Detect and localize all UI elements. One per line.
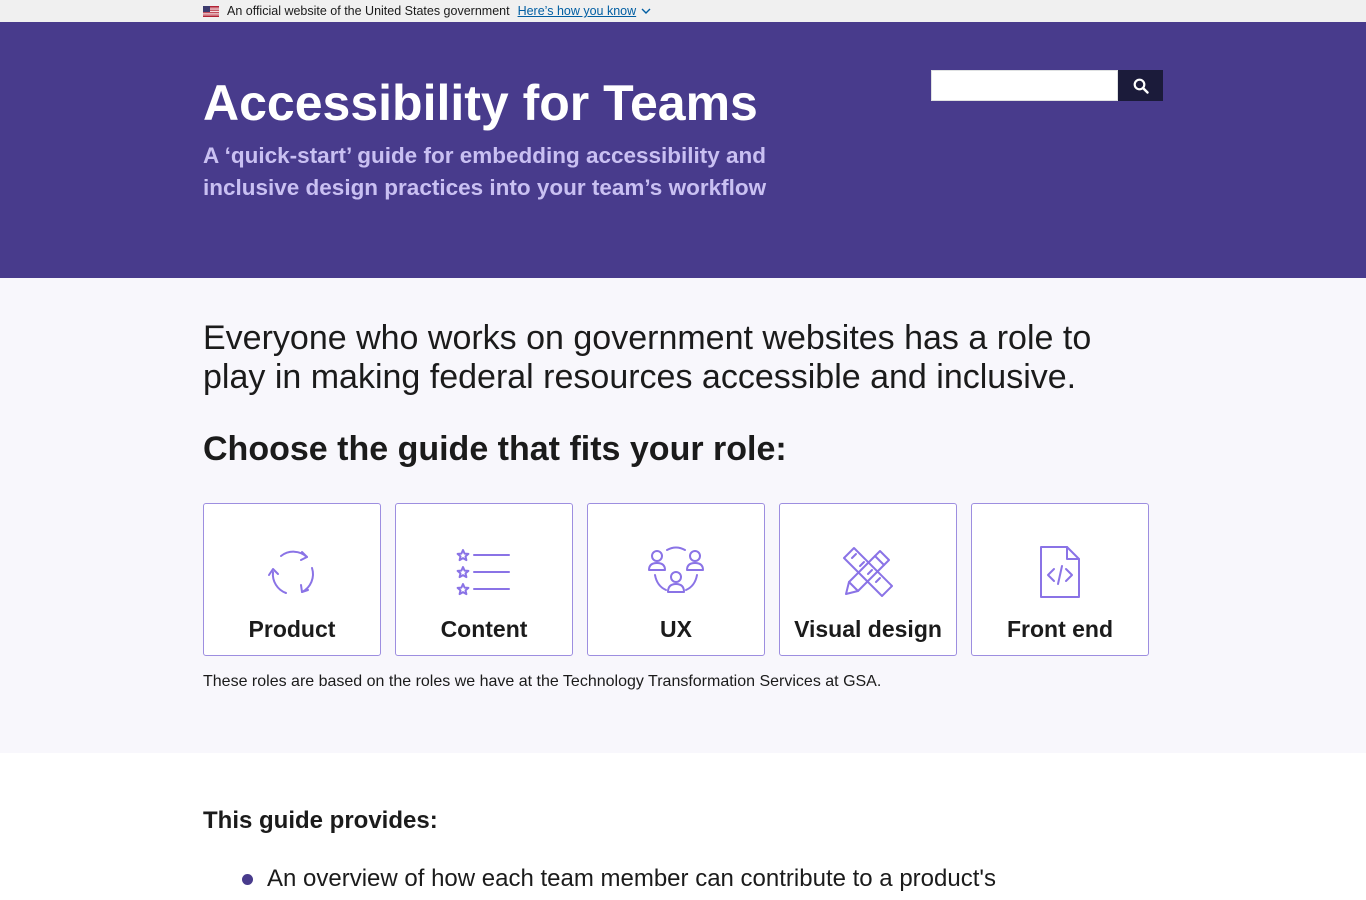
roles-note: These roles are based on the roles we ha… (203, 673, 882, 690)
cycle-arrows-icon (262, 544, 322, 600)
bullet-icon (242, 873, 253, 885)
search-button[interactable] (1118, 70, 1163, 101)
gov-banner: An official website of the United States… (0, 0, 1366, 22)
role-card-label: Visual design (794, 616, 942, 642)
role-card-label: Content (440, 616, 528, 642)
star-list-icon (454, 544, 514, 600)
choose-guide-heading: Choose the guide that fits your role: (203, 430, 787, 468)
provides-list: An overview of how each team member can … (242, 865, 996, 893)
role-card-label: UX (660, 616, 692, 642)
chevron-down-icon (641, 8, 651, 14)
provides-section: This guide provides: An overview of how … (0, 753, 1366, 900)
roles-section: Everyone who works on government website… (0, 278, 1366, 753)
users-icon (646, 544, 706, 600)
us-flag-icon (203, 5, 219, 17)
official-site-text: An official website of the United States… (227, 4, 510, 18)
how-you-know-link[interactable]: Here’s how you know (518, 4, 652, 18)
search-icon (1133, 78, 1149, 94)
site-tagline: A ‘quick-start’ guide for embedding acce… (203, 143, 767, 200)
intro-lede: Everyone who works on government website… (203, 319, 1092, 396)
role-card-label: Product (248, 616, 336, 642)
how-you-know-label: Here’s how you know (517, 4, 637, 18)
search-form (931, 70, 1163, 101)
role-card-visual-design[interactable]: Visual design (779, 503, 957, 656)
site-title[interactable]: Accessibility for Teams (203, 74, 758, 132)
list-item: An overview of how each team member can … (242, 865, 996, 893)
pencil-ruler-icon (838, 544, 898, 600)
role-card-ux[interactable]: UX (587, 503, 765, 656)
role-cards: Product Content UX Visual design Front e… (203, 503, 1149, 656)
role-card-content[interactable]: Content (395, 503, 573, 656)
provides-heading: This guide provides: (203, 807, 438, 834)
list-item-text: An overview of how each team member can … (267, 865, 996, 892)
role-card-label: Front end (1006, 616, 1114, 642)
code-file-icon (1030, 544, 1090, 600)
search-input[interactable] (931, 70, 1118, 101)
role-card-product[interactable]: Product (203, 503, 381, 656)
hero-header: Accessibility for Teams A ‘quick-start’ … (0, 22, 1366, 278)
role-card-front-end[interactable]: Front end (971, 503, 1149, 656)
